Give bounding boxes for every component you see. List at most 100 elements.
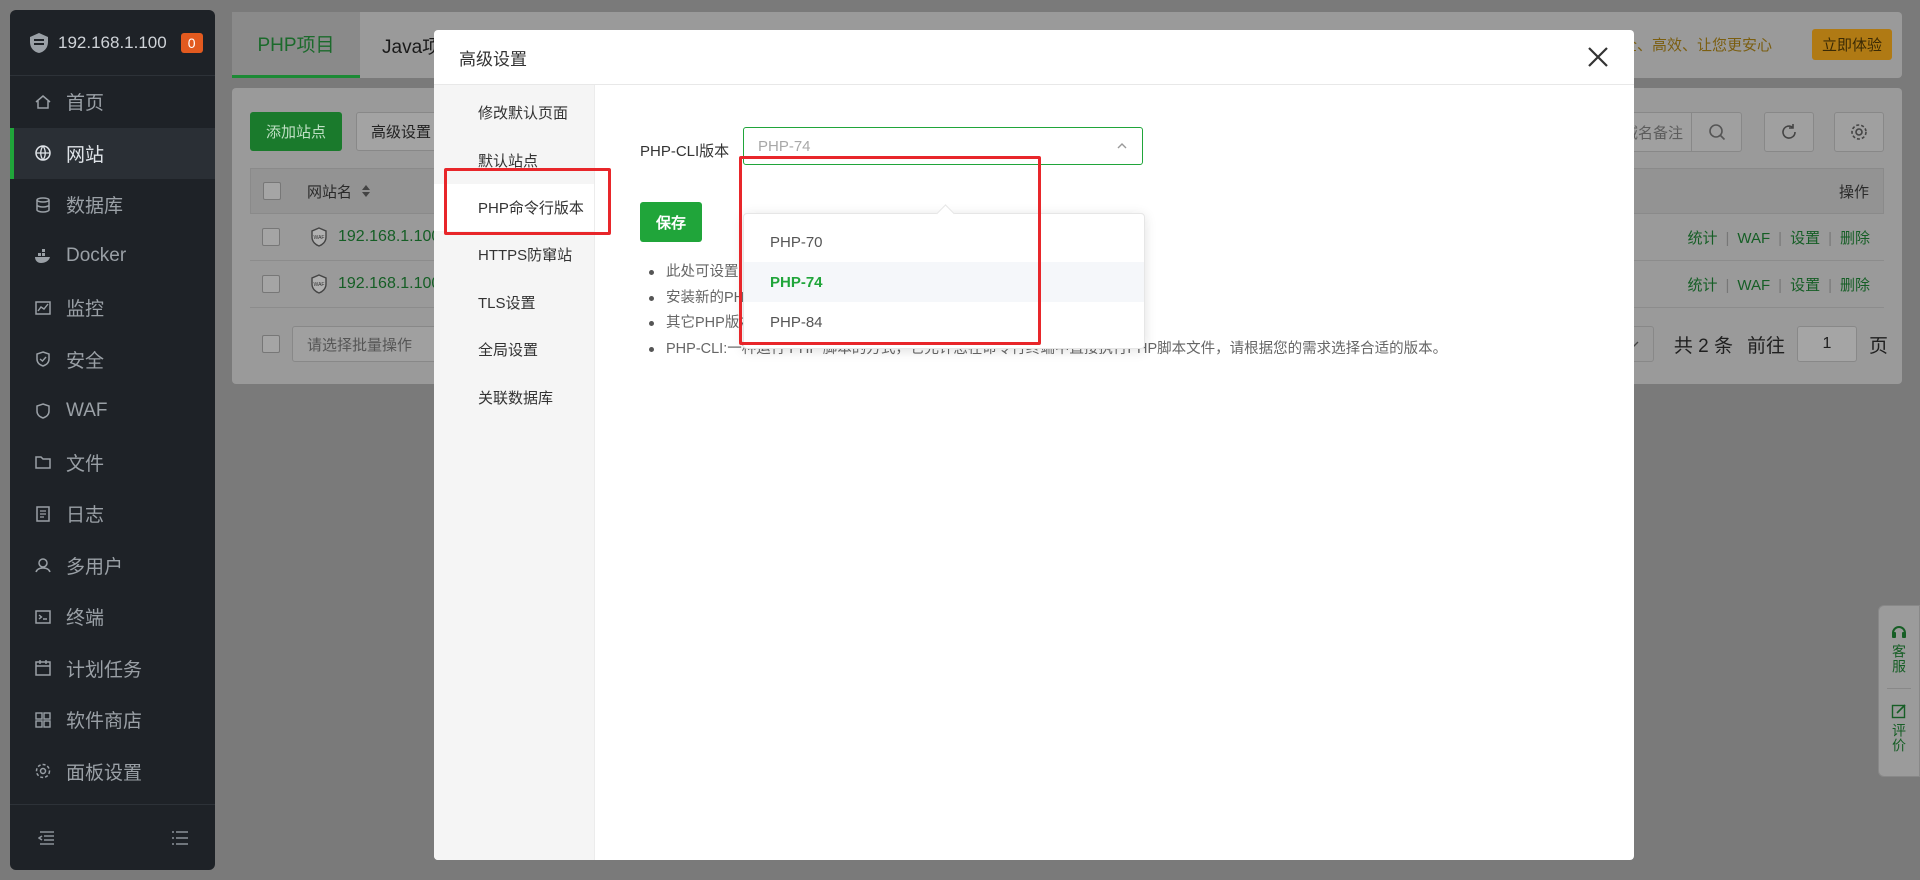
dialog-menu-item[interactable]: 关联数据库	[434, 373, 594, 420]
pagination: 共 2 条 前往 1 页	[1613, 326, 1888, 362]
batch-select[interactable]: 请选择批量操作	[292, 326, 442, 362]
sidebar-item[interactable]: 监控	[10, 282, 215, 334]
table-settings-button[interactable]	[1834, 112, 1884, 152]
php-cli-label: PHP-CLI版本	[640, 143, 730, 160]
sidebar-item[interactable]: 面板设置	[10, 746, 215, 798]
row-op-link[interactable]: WAF	[1737, 277, 1770, 294]
dialog-content: PHP-CLI版本 PHP-74 保存 此处可设置安装新的PH其它PHP版本在命…	[595, 85, 1634, 860]
row-op-link[interactable]: 统计	[1687, 277, 1717, 294]
dialog-menu-item[interactable]: TLS设置	[434, 279, 594, 326]
page-number-input[interactable]: 1	[1796, 326, 1857, 362]
dialog-title: 高级设置	[459, 49, 527, 69]
add-site-button[interactable]: 添加站点	[250, 112, 343, 151]
op-separator: |	[1828, 229, 1832, 247]
sidebar-item-label: 终端	[66, 608, 105, 630]
customer-service-link[interactable]: 客服	[1889, 644, 1909, 674]
php-version-dropdown: PHP-70 PHP-74 PHP-84	[743, 213, 1145, 349]
sidebar-item[interactable]: WAF	[10, 385, 215, 437]
sidebar-item[interactable]: 文件	[10, 437, 215, 489]
database-icon	[36, 197, 50, 213]
refresh-button[interactable]	[1764, 112, 1814, 152]
sidebar-item-label: WAF	[66, 399, 108, 421]
review-link[interactable]: 评价	[1889, 723, 1909, 753]
sidebar-item[interactable]: 计划任务	[10, 643, 215, 695]
list-icon[interactable]	[171, 829, 189, 847]
dialog-menu-item[interactable]: 默认站点	[434, 136, 594, 183]
site-name-text: 192.168.1.100	[338, 228, 441, 245]
folder-icon	[35, 456, 51, 469]
sort-icon[interactable]	[360, 183, 372, 199]
edit-icon[interactable]	[1891, 703, 1907, 719]
sidebar-item-label: 安全	[66, 350, 105, 372]
search-button[interactable]	[1691, 113, 1741, 151]
sidebar-item[interactable]: 安全	[10, 334, 215, 386]
sidebar-item[interactable]: Docker	[10, 231, 215, 283]
svg-text:WAF: WAF	[314, 235, 325, 241]
row-op-link[interactable]: 删除	[1840, 277, 1870, 294]
row-op-link[interactable]: 统计	[1687, 230, 1717, 247]
advanced-settings-button[interactable]: 高级设置	[356, 112, 447, 151]
log-icon	[36, 506, 50, 522]
grid-icon	[35, 712, 51, 728]
server-header: 192.168.1.100 0	[10, 10, 215, 76]
php-cli-version-select[interactable]: PHP-74	[743, 127, 1143, 165]
dialog-menu-item[interactable]: HTTPS防窜站	[434, 231, 594, 278]
try-now-button[interactable]: 立即体验	[1811, 29, 1892, 60]
tab-php-projects[interactable]: PHP项目	[232, 12, 360, 78]
site-name-text: 192.168.1.100	[338, 275, 441, 292]
page-unit: 页	[1868, 335, 1888, 357]
search-icon	[1708, 124, 1725, 141]
home-icon	[35, 94, 51, 109]
headset-icon[interactable]	[1891, 624, 1907, 640]
sidebar-item-label: 监控	[66, 299, 105, 321]
site-name-link[interactable]: WAF 192.168.1.100	[310, 274, 440, 294]
row-op-link[interactable]: 设置	[1790, 277, 1820, 294]
op-separator: |	[1828, 276, 1832, 294]
close-icon[interactable]	[1584, 43, 1612, 71]
column-operations: 操作	[1838, 183, 1869, 201]
sidebar-item[interactable]: 网站	[10, 127, 215, 179]
select-all-checkbox[interactable]	[263, 182, 281, 200]
php-version-option[interactable]: PHP-70	[744, 222, 1144, 262]
sidebar-nav: 首页网站数据库 Docker 监控安全 WAF 文件日志 多用户终端计划任务 软件商店面板设…	[10, 76, 215, 797]
refresh-icon	[1782, 124, 1796, 139]
row-op-link[interactable]: WAF	[1737, 230, 1770, 247]
collapse-icon[interactable]	[38, 829, 56, 847]
sidebar-item-label: 网站	[66, 144, 105, 166]
goto-label: 前往	[1746, 335, 1785, 357]
sidebar-item-label: 面板设置	[66, 762, 143, 784]
row-checkbox[interactable]	[262, 275, 280, 293]
batch-checkbox[interactable]	[262, 335, 280, 353]
row-operations: 统计 | WAF | 设置 | 删除	[1687, 227, 1870, 248]
save-button[interactable]: 保存	[640, 202, 702, 242]
chevron-up-icon	[1117, 143, 1127, 149]
site-name-link[interactable]: WAF 192.168.1.100	[310, 227, 440, 247]
sidebar-item-label: 首页	[66, 93, 105, 115]
waf-shield-icon: WAF	[311, 274, 327, 294]
php-version-option[interactable]: PHP-74	[744, 262, 1144, 302]
divider	[1887, 688, 1911, 689]
dialog-menu-item[interactable]: 修改默认页面	[434, 89, 594, 136]
sidebar-item[interactable]: 软件商店	[10, 694, 215, 746]
dialog-menu: 修改默认页面 默认站点 PHP命令行版本 HTTPS防窜站 TLS设置 全局设置 关联数据库	[434, 85, 595, 860]
sidebar-item[interactable]: 多用户	[10, 540, 215, 592]
sidebar-item[interactable]: 数据库	[10, 179, 215, 231]
sidebar-item-label: 文件	[66, 453, 105, 475]
column-site-name[interactable]: 网站名	[307, 181, 352, 202]
sidebar-footer	[10, 804, 215, 870]
row-checkbox[interactable]	[262, 228, 280, 246]
row-op-link[interactable]: 删除	[1840, 230, 1870, 247]
sidebar-item-label: Docker	[66, 245, 127, 267]
dialog-menu-item[interactable]: PHP命令行版本	[434, 183, 594, 232]
notification-badge[interactable]: 0	[180, 32, 203, 53]
sidebar-item[interactable]: 终端	[10, 591, 215, 643]
dialog-menu-item[interactable]: 全局设置	[434, 326, 594, 373]
gear-icon	[35, 764, 51, 779]
row-op-link[interactable]: 设置	[1790, 230, 1820, 247]
tab-java-projects[interactable]: Java项	[382, 12, 441, 78]
sidebar-item[interactable]: 日志	[10, 488, 215, 540]
php-cli-selected-value: PHP-74	[758, 137, 811, 155]
php-version-option[interactable]: PHP-84	[744, 302, 1144, 342]
op-separator: |	[1778, 229, 1783, 247]
sidebar-item[interactable]: 首页	[10, 76, 215, 128]
